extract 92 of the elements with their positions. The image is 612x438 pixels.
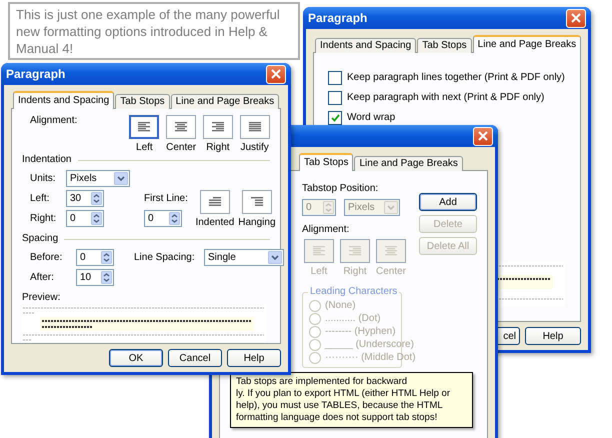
group-title: Leading Characters [308,286,400,298]
checkmark-icon [330,114,340,122]
window-title: Paragraph [308,11,368,25]
line-spacing-dropdown[interactable]: Single [204,249,284,266]
close-button[interactable] [566,8,586,28]
tab[interactable]: Tab Stops [417,38,472,53]
spin-arrows-icon [323,201,334,214]
spin-arrows-icon [91,192,102,205]
tab[interactable]: Tab Stops [299,153,354,171]
field-label: Units: [30,172,56,184]
checkbox[interactable] [328,91,342,105]
indent-first-line-icon [208,197,221,207]
spin-arrows-icon [91,212,102,225]
field-label: Left: [30,192,50,204]
number-field[interactable]: 10 [76,269,114,286]
dialog-button[interactable]: OK [109,349,163,367]
tab[interactable]: Indents and Spacing [13,91,114,109]
field-label: Right: [30,212,56,224]
tab[interactable]: Line and Page Breaks [170,94,280,109]
caption-tooltip: This is just one example of the many powerful new formatting options introduced in Help & Manual 4! [8,2,300,60]
window-title: Paragraph [6,67,66,81]
tab[interactable]: Indents and Spacing [315,38,416,53]
option-label: Hanging [238,217,276,229]
tab[interactable]: Line and Page Breaks [354,156,463,171]
field-label: Alignment: [302,224,350,235]
align-right-icon [349,246,361,256]
close-button[interactable] [266,64,286,84]
caret-icon [268,251,282,264]
units-dropdown[interactable]: Pixels [66,170,130,187]
align-left-icon [138,122,150,132]
indent-button[interactable] [242,190,272,214]
number-field[interactable]: 0 [144,210,182,227]
checkbox[interactable] [328,111,342,125]
close-icon [271,69,281,79]
field-label: Before: [30,252,62,262]
note-text: formatting language does not support tab stops! [236,412,438,424]
help-button[interactable]: Help [525,327,581,345]
field-label: After: [30,272,54,282]
radio-label: ·········· (Middle Dot) [325,352,416,364]
checkbox-label: Word wrap [347,112,396,124]
option-label: Justify [240,142,269,154]
spin-arrows-icon [101,271,112,284]
field-label: Tabstop Position: [302,183,378,194]
section-heading: Preview: [22,292,60,303]
tab[interactable]: Tab Stops [115,94,170,109]
action-button[interactable]: Add [419,193,477,211]
alignment-button[interactable] [129,115,160,139]
hanging-indent-icon [250,197,263,207]
align-right-icon [212,122,224,132]
option-label: Indented [195,217,234,229]
checkbox-label: Keep paragraph with next (Print & PDF only) [347,92,544,104]
align-center-icon [175,122,188,132]
field-label: Alignment: [30,115,78,126]
spin-arrows-icon [169,212,180,225]
option-label: Center [376,266,406,278]
field-label: Line Spacing: [134,252,195,262]
number-field[interactable]: 30 [66,190,104,207]
checkbox[interactable] [328,71,342,85]
checkbox-label: Keep paragraph lines together (Print & PDF only) [347,72,565,84]
radio-label: -------- (Hyphen) [325,326,396,338]
section-heading: Spacing [22,233,58,245]
align-center-icon [385,246,397,256]
close-icon [478,131,488,141]
note-text: Tab stops are implemented for backward [236,376,408,388]
close-button[interactable] [473,126,493,146]
indent-button[interactable] [200,190,230,214]
option-label: Right [343,266,367,278]
option-label: Left [310,266,328,278]
radio-label: _____ (Underscore) [325,339,414,351]
caret-icon [384,201,398,214]
dialog-button[interactable]: Cancel [168,349,222,367]
caret-icon [114,172,128,185]
field-label: First Line: [144,193,188,204]
align-left-icon [313,246,325,256]
alignment-button[interactable] [240,115,270,139]
alignment-button[interactable] [166,115,196,139]
note-text: help), you must use TABLES, because the HTML [236,400,443,412]
option-label: Left [136,142,153,154]
option-label: Right [206,142,230,154]
align-justify-icon [248,122,261,132]
tab[interactable]: Line and Page Breaks [472,35,582,53]
number-field[interactable]: 0 [66,210,104,227]
option-label: Center [166,142,196,154]
radio-label: ........... (Dot) [325,313,381,325]
radio-label: (None) [325,300,356,312]
alignment-button[interactable] [202,115,233,139]
spin-arrows-icon [101,251,112,264]
note-text: ly. If you plan to export HTML (either HTML Help or [236,388,450,400]
number-field[interactable]: 0 [76,249,114,266]
close-icon [571,13,581,23]
section-heading: Indentation [22,154,72,166]
dialog-button[interactable]: Help [227,349,281,367]
